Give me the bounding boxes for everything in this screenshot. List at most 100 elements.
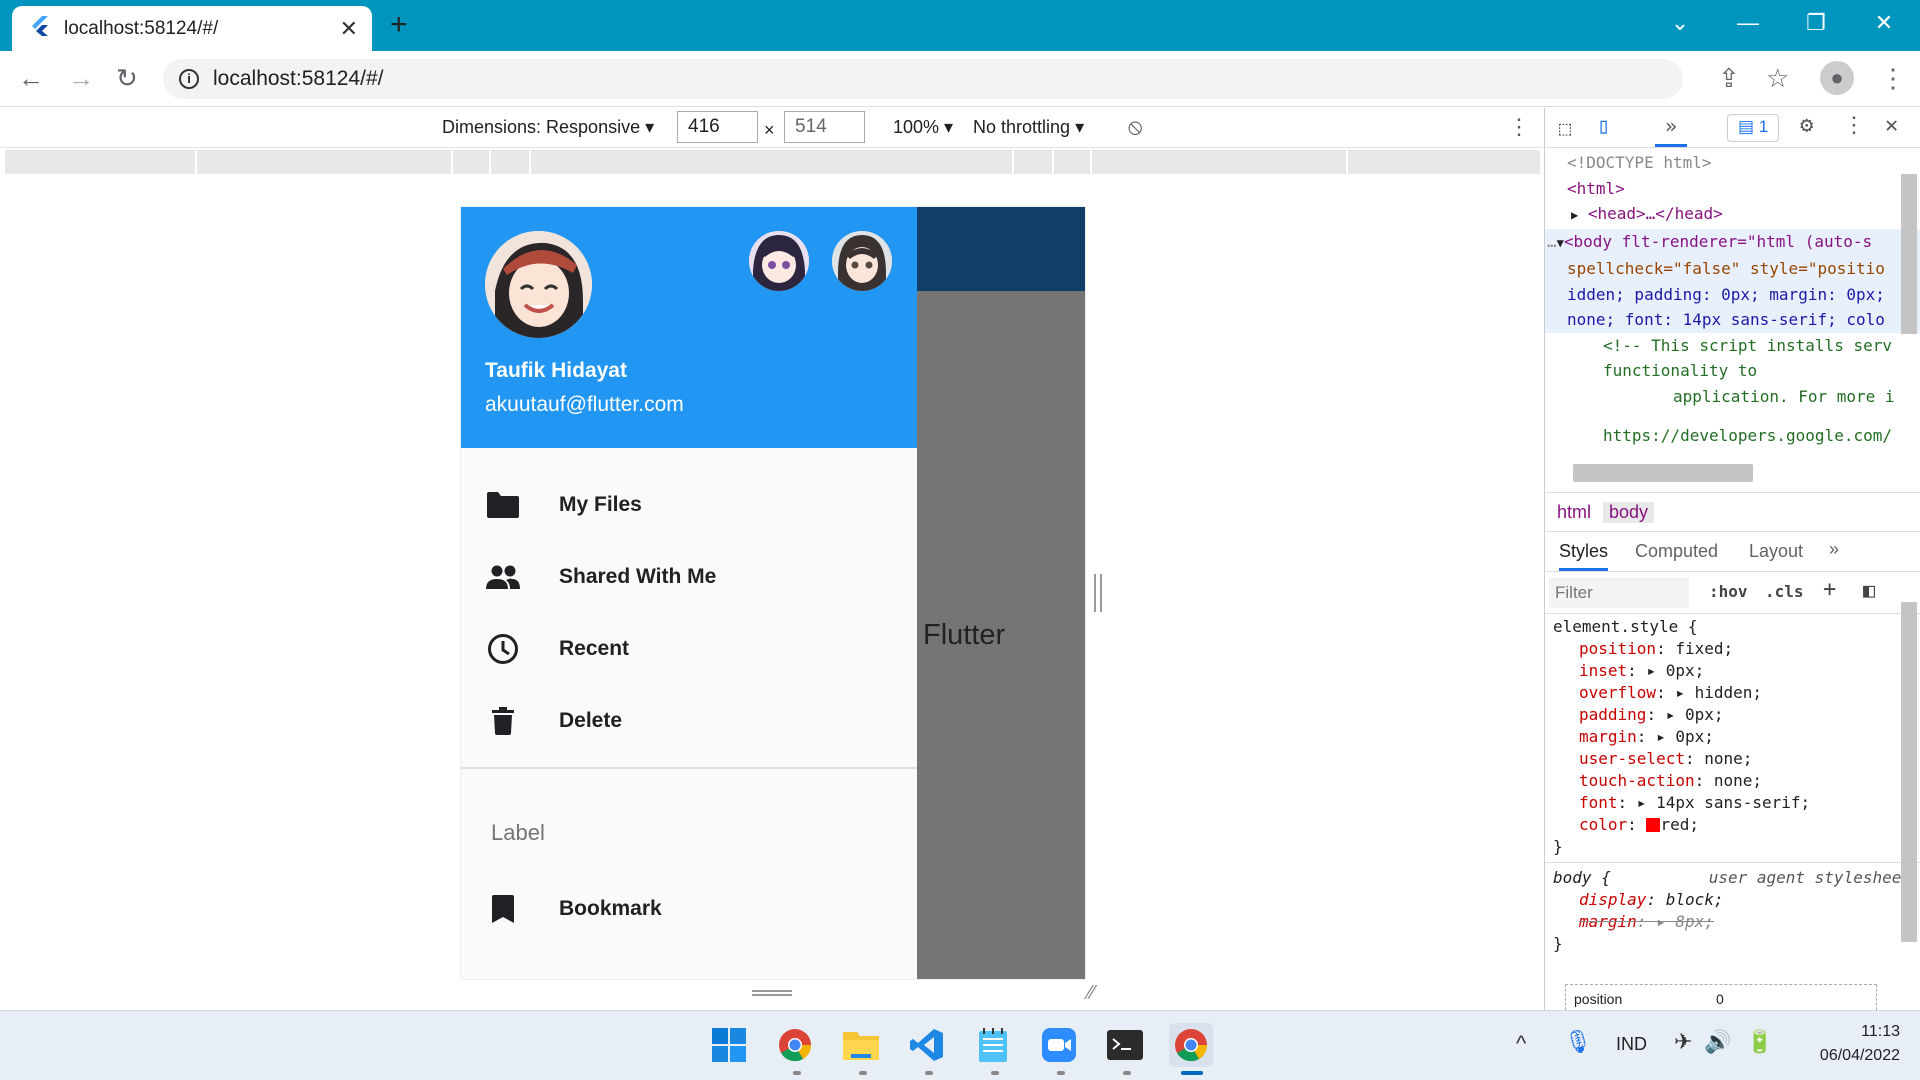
secondary-avatar-1[interactable] xyxy=(749,231,809,291)
tab-computed[interactable]: Computed xyxy=(1635,541,1718,562)
battery-icon[interactable]: 🔋 xyxy=(1746,1029,1773,1055)
restore-button[interactable]: ❐ xyxy=(1796,10,1836,36)
device-toggle-icon[interactable]: ▯ xyxy=(1597,114,1610,139)
more-style-tabs-icon[interactable]: » xyxy=(1829,539,1839,560)
style-declaration[interactable]: inset: ▸ 0px; xyxy=(1553,660,1920,682)
info-icon[interactable]: i xyxy=(179,69,199,89)
clock-time[interactable]: 11:13 xyxy=(1840,1023,1900,1041)
menu-item-delete[interactable]: Delete xyxy=(461,685,917,757)
color-swatch-icon[interactable] xyxy=(1646,818,1661,832)
microphone-icon[interactable]: 🎙 xyxy=(1564,1029,1592,1055)
dimensions-select[interactable]: Dimensions: Responsive ▾ xyxy=(442,117,654,138)
menu-item-shared-with-me[interactable]: Shared With Me xyxy=(461,541,917,613)
reload-icon[interactable]: ↻ xyxy=(116,63,138,94)
language-indicator[interactable]: IND xyxy=(1616,1034,1647,1055)
devtools-menu-icon[interactable]: ⋮ xyxy=(1843,113,1865,138)
comment-line-1[interactable]: <!-- This script installs serv xyxy=(1545,333,1920,359)
address-bar[interactable]: i localhost:58124/#/ xyxy=(163,59,1683,99)
viewport-resize-right-handle[interactable] xyxy=(1094,574,1102,612)
chrome-icon[interactable] xyxy=(773,1023,817,1067)
style-value: none; xyxy=(1704,749,1753,768)
device-more-icon[interactable]: ⋮ xyxy=(1508,114,1530,140)
style-declaration[interactable]: padding: ▸ 0px; xyxy=(1553,704,1920,726)
people-icon xyxy=(461,565,545,589)
style-declaration[interactable]: margin: ▸ 0px; xyxy=(1553,726,1920,748)
new-tab-button[interactable]: + xyxy=(390,10,408,40)
zoom-app-icon[interactable] xyxy=(1037,1023,1081,1067)
drawer-scrim[interactable] xyxy=(917,207,1085,979)
zoom-select[interactable]: 100% ▾ xyxy=(893,117,953,138)
profile-avatar-icon[interactable]: ● xyxy=(1820,61,1854,95)
vertical-scrollbar[interactable] xyxy=(1901,174,1917,334)
style-declaration[interactable]: display: block; xyxy=(1553,889,1920,911)
box-model-label: position xyxy=(1574,991,1623,1007)
forward-icon[interactable]: → xyxy=(68,63,94,94)
rule-close: } xyxy=(1553,934,1563,953)
style-declaration[interactable]: touch-action: none; xyxy=(1553,770,1920,792)
chevron-up-icon[interactable]: ^ xyxy=(1516,1031,1526,1057)
height-input[interactable]: 514 xyxy=(784,111,865,143)
styles-filter-input[interactable]: Filter xyxy=(1549,578,1689,608)
airplane-icon[interactable]: ✈ xyxy=(1674,1029,1692,1055)
comment-line-4: https://developers.google.com/ xyxy=(1603,426,1892,445)
rotate-icon[interactable]: ⦸ xyxy=(1128,114,1142,140)
ua-stylesheet-label[interactable]: user agent stylesheet xyxy=(1709,867,1911,889)
vscode-icon[interactable] xyxy=(905,1023,949,1067)
close-window-button[interactable]: ✕ xyxy=(1864,10,1904,36)
user-avatar[interactable] xyxy=(485,231,592,338)
minimize-button[interactable]: — xyxy=(1728,10,1768,36)
viewport-resize-corner-icon[interactable]: ⁄⁄ xyxy=(1088,982,1095,1005)
style-declaration[interactable]: color: red; xyxy=(1553,814,1920,836)
url-text[interactable]: localhost:58124/#/ xyxy=(213,67,383,91)
width-input[interactable]: 416 xyxy=(677,111,758,143)
tab-styles[interactable]: Styles xyxy=(1559,541,1609,571)
html-node[interactable]: <html> xyxy=(1545,176,1920,202)
tab-layout[interactable]: Layout xyxy=(1749,541,1803,562)
windows-start-icon[interactable] xyxy=(707,1023,751,1067)
head-node[interactable]: ▶ <head>…</head> xyxy=(1545,201,1920,229)
issues-badge[interactable]: ▤ 1 xyxy=(1727,114,1780,142)
share-icon[interactable]: ⇪ xyxy=(1718,63,1740,94)
styles-vertical-scrollbar[interactable] xyxy=(1901,602,1917,942)
style-declaration[interactable]: user-select: none; xyxy=(1553,748,1920,770)
tab-close-button[interactable]: ✕ xyxy=(340,16,358,42)
viewport-resize-bottom-handle[interactable] xyxy=(752,990,792,996)
cls-toggle[interactable]: .cls xyxy=(1765,582,1804,601)
notepad-icon[interactable] xyxy=(971,1023,1015,1067)
horizontal-scrollbar[interactable] xyxy=(1573,464,1753,482)
back-icon[interactable]: ← xyxy=(18,63,44,94)
toggle-sidebar-icon[interactable]: ◧ xyxy=(1863,578,1875,602)
file-explorer-icon[interactable] xyxy=(839,1023,883,1067)
breadcrumb-body[interactable]: body xyxy=(1603,502,1655,523)
menu-item-recent[interactable]: Recent xyxy=(461,613,917,685)
menu-item-bookmark[interactable]: Bookmark xyxy=(461,873,917,945)
body-node[interactable]: …▼<body flt-renderer="html (auto-s xyxy=(1545,228,1920,256)
inspect-element-icon[interactable]: ⬚ xyxy=(1559,116,1571,140)
throttling-select[interactable]: No throttling ▾ xyxy=(973,117,1084,138)
browser-tab[interactable]: localhost:58124/#/ ✕ xyxy=(12,6,372,51)
bookmark-icon xyxy=(461,895,545,923)
bookmark-star-icon[interactable]: ☆ xyxy=(1766,63,1789,94)
media-query-ruler[interactable] xyxy=(5,150,1540,174)
menu-dots-icon[interactable]: ⋮ xyxy=(1880,63,1906,94)
chrome-active-icon[interactable] xyxy=(1169,1023,1213,1067)
tab-search-icon[interactable]: ⌄ xyxy=(1660,10,1700,36)
menu-item-my-files[interactable]: My Files xyxy=(461,469,917,541)
clock-date[interactable]: 06/04/2022 xyxy=(1798,1047,1900,1065)
style-declaration-overridden[interactable]: margin: ▸ 8px; xyxy=(1553,911,1920,933)
secondary-avatar-2[interactable] xyxy=(832,231,892,291)
style-declaration[interactable]: font: ▸ 14px sans-serif; xyxy=(1553,792,1920,814)
terminal-icon[interactable] xyxy=(1103,1023,1147,1067)
style-prop: display xyxy=(1579,890,1647,909)
elements-tree[interactable]: <!DOCTYPE html> <html> ▶ <head>…</head> … xyxy=(1545,150,1920,488)
style-declaration[interactable]: overflow: ▸ hidden; xyxy=(1553,682,1920,704)
volume-icon[interactable]: 🔊 xyxy=(1704,1029,1731,1055)
close-devtools-icon[interactable]: ✕ xyxy=(1885,113,1898,138)
style-declaration[interactable]: position: fixed; xyxy=(1553,638,1920,660)
new-style-rule-icon[interactable]: + xyxy=(1823,577,1836,602)
settings-gear-icon[interactable]: ⚙ xyxy=(1800,113,1813,138)
hov-toggle[interactable]: :hov xyxy=(1709,582,1748,601)
more-tabs-icon[interactable]: » xyxy=(1655,114,1688,147)
breadcrumb-html[interactable]: html xyxy=(1557,502,1591,523)
doctype-node[interactable]: <!DOCTYPE html> xyxy=(1545,150,1920,176)
